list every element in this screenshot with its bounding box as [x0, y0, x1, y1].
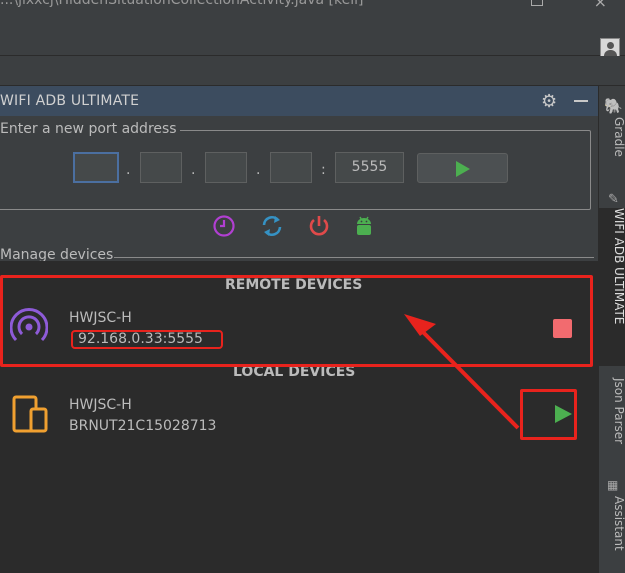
play-icon: [456, 161, 470, 177]
tab-json-parser[interactable]: Json Parser: [599, 378, 625, 466]
window-title: ...\jixxcj\HiddenSituationCollectionActi…: [0, 0, 364, 8]
ip-octet-1-input[interactable]: [73, 152, 119, 183]
minimize-icon[interactable]: [574, 100, 588, 102]
tab-gradle[interactable]: Gradle: [599, 117, 625, 163]
usb-icon: ✎: [608, 192, 619, 207]
grid-icon: ▦: [607, 478, 619, 492]
close-button[interactable]: ×: [594, 0, 607, 11]
connect-button[interactable]: [417, 153, 508, 183]
ip-separator: .: [191, 162, 196, 178]
menubar: [0, 12, 625, 58]
local-device-name: HWJSC-H: [69, 397, 132, 413]
address-highlight: [71, 330, 223, 349]
ip-octet-3-input[interactable]: [205, 152, 247, 183]
ip-octet-4-input[interactable]: [270, 152, 312, 183]
panel-title: WIFI ADB ULTIMATE: [0, 93, 140, 109]
tab-assistant[interactable]: Assistant: [599, 496, 625, 566]
gradle-icon: 🐘: [604, 97, 623, 115]
ip-separator: .: [256, 162, 261, 178]
history-icon[interactable]: [212, 214, 236, 238]
divider: [114, 257, 594, 258]
play-button-highlight: [520, 389, 577, 440]
ip-octet-2-input[interactable]: [140, 152, 182, 183]
panel-header: WIFI ADB ULTIMATE ⚙: [0, 86, 598, 116]
local-device-serial: BRNUT21C15028713: [69, 418, 217, 434]
window-titlebar: ...\jixxcj\HiddenSituationCollectionActi…: [0, 0, 625, 12]
phone-tablet-icon: [12, 395, 48, 433]
ip-separator: .: [126, 162, 131, 178]
android-icon[interactable]: [352, 214, 376, 238]
refresh-icon[interactable]: [260, 214, 284, 238]
right-tool-strip: 🐘 Gradle ✎ WIFI ADB ULTIMATE Json Parser…: [598, 86, 625, 573]
restore-button[interactable]: [531, 0, 543, 6]
port-input[interactable]: 5555: [335, 152, 404, 183]
gear-icon[interactable]: ⚙: [541, 91, 557, 112]
remote-devices-highlight: [0, 275, 593, 367]
tab-wifi-adb-ultimate[interactable]: WIFI ADB ULTIMATE: [599, 208, 625, 366]
power-icon[interactable]: [307, 214, 331, 238]
port-separator: :: [321, 162, 326, 178]
port-address-legend: Enter a new port address: [0, 121, 180, 137]
toolbar: [0, 56, 625, 86]
user-icon[interactable]: [600, 38, 620, 58]
